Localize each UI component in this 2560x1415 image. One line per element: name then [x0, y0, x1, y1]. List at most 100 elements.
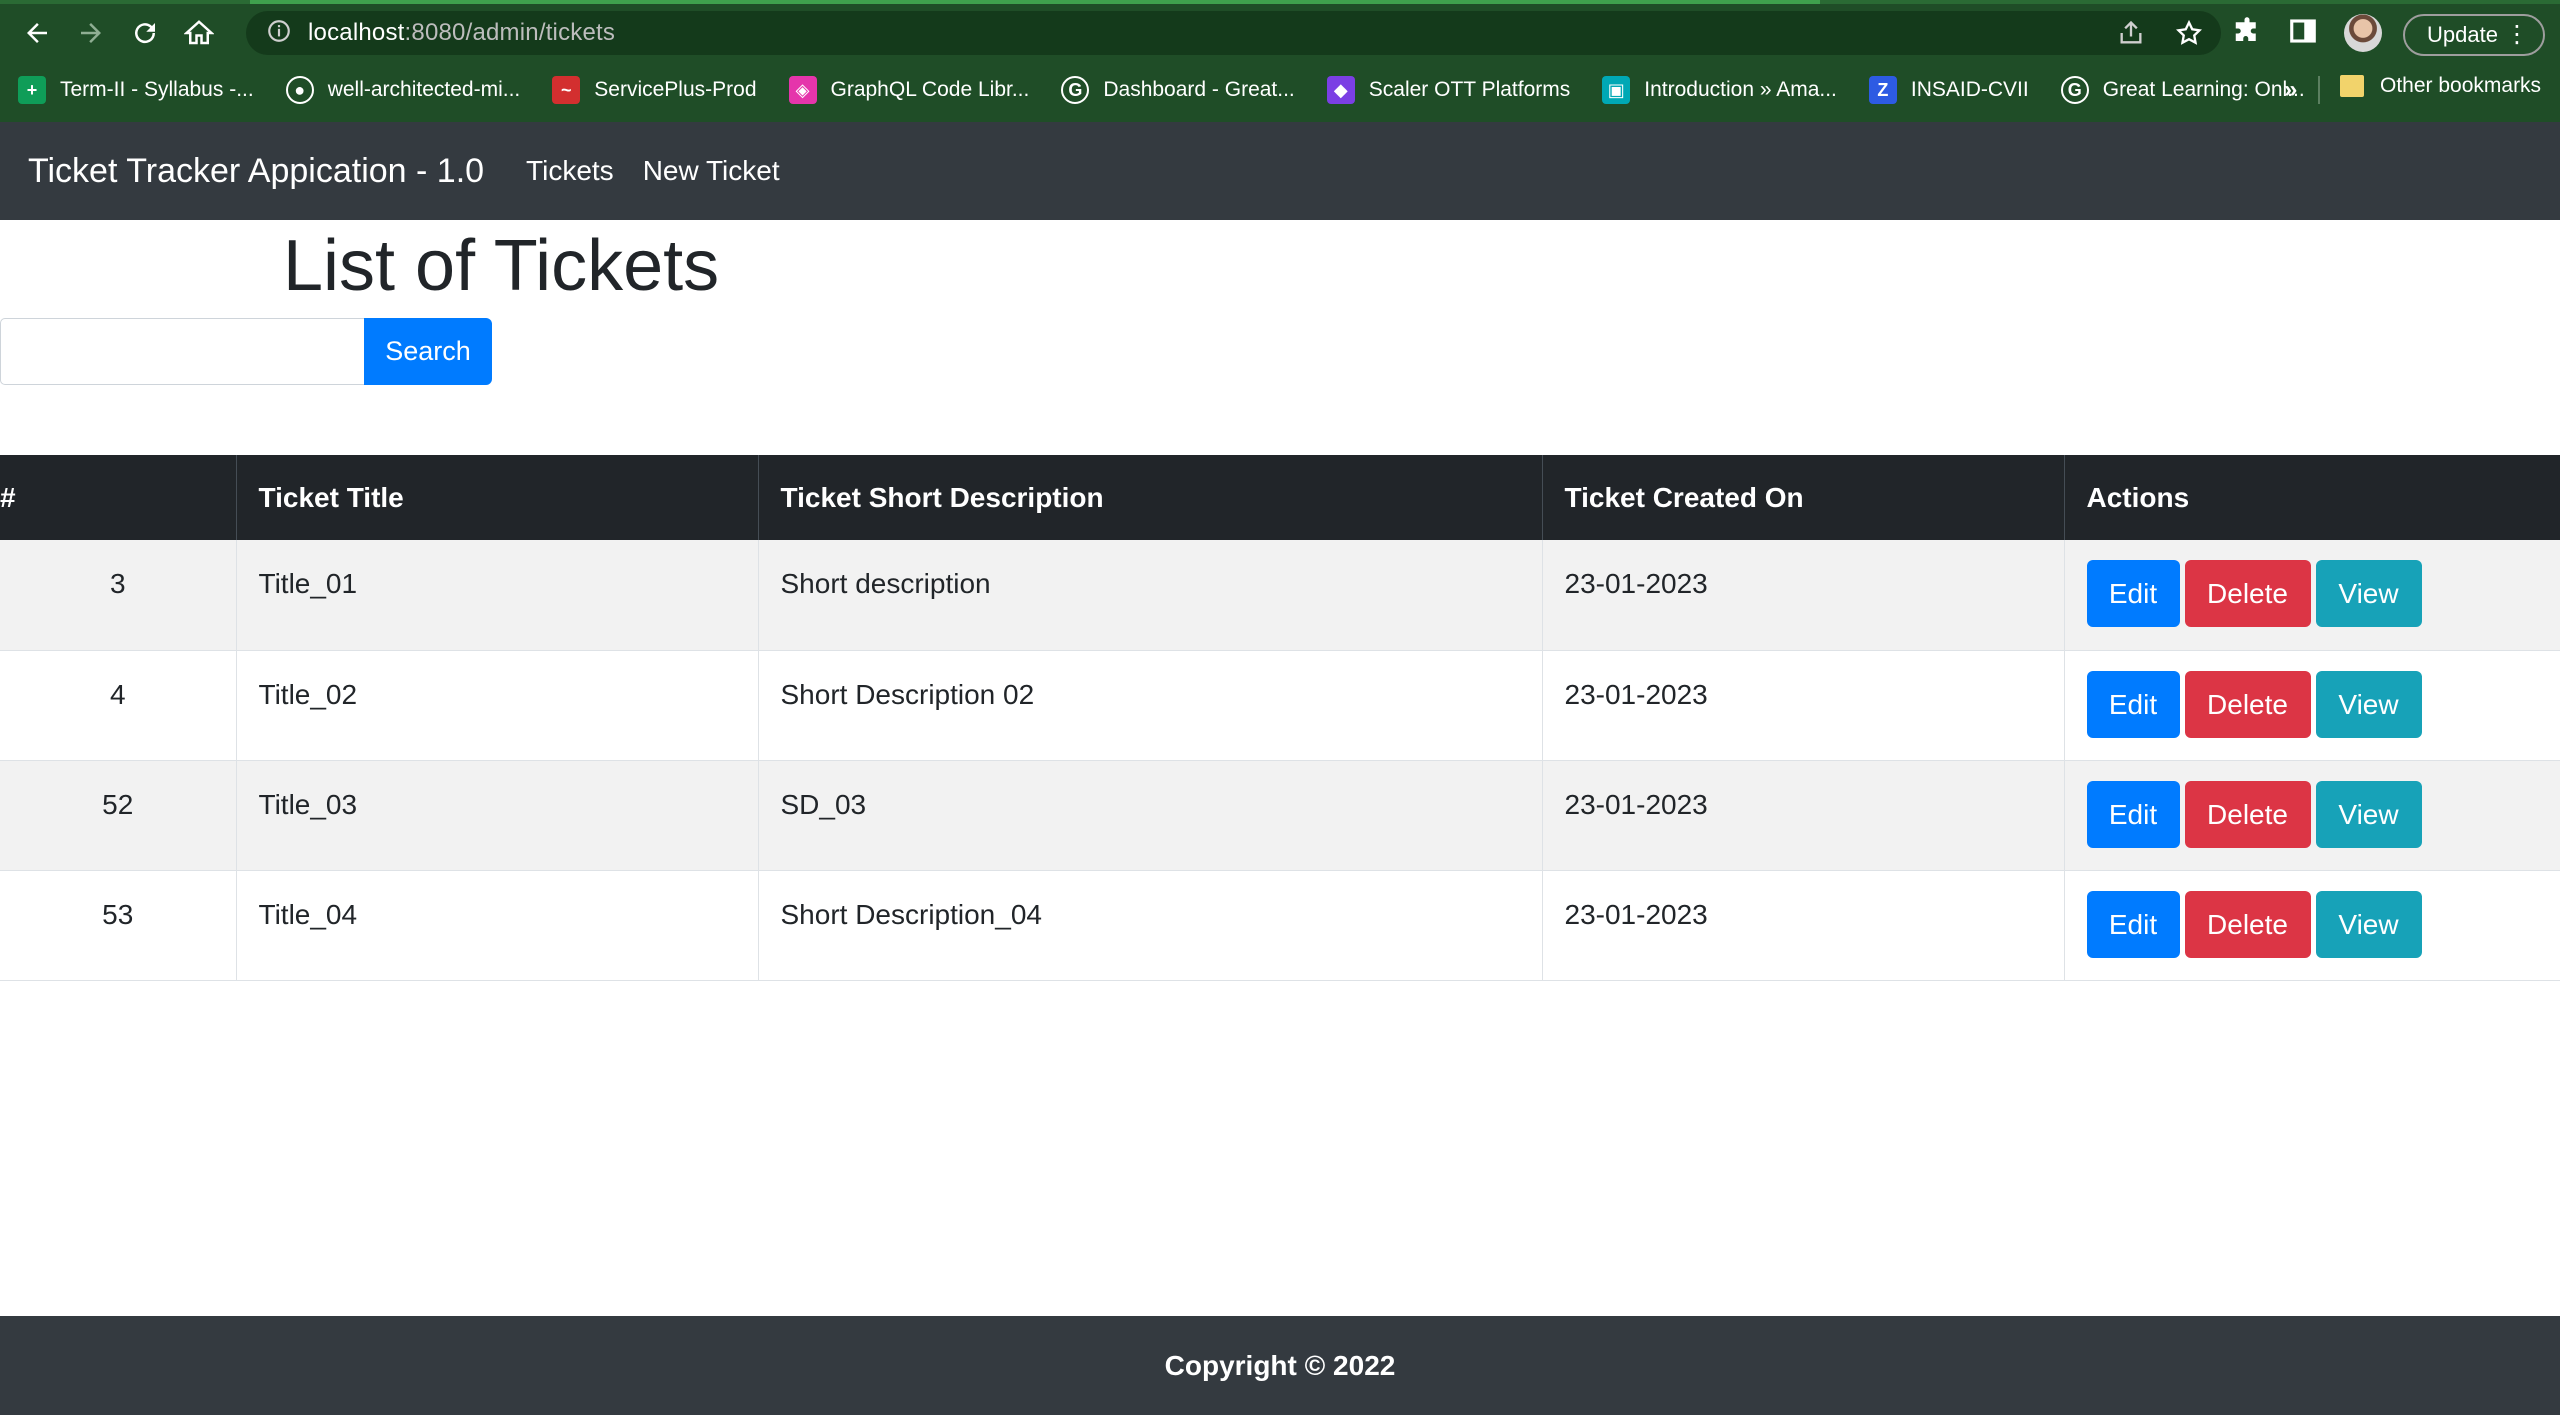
delete-button[interactable]: Delete: [2184, 890, 2311, 958]
bookmark-label: INSAID-CVII: [1910, 78, 2029, 101]
cell-description: SD_03: [757, 760, 1542, 871]
bookmark-item[interactable]: G Great Learning: Onl...: [2060, 76, 2305, 104]
side-panel-icon[interactable]: [2288, 16, 2318, 51]
bookmark-label: Dashboard - Great...: [1103, 78, 1295, 101]
back-button[interactable]: [10, 6, 64, 60]
page-footer: Copyright © 2022: [0, 1316, 2560, 1415]
bookmark-item[interactable]: G Dashboard - Great...: [1061, 76, 1295, 104]
url-text: localhost:8080/admin/tickets: [308, 19, 616, 46]
cell-created-on: 23-01-2023: [1541, 650, 2064, 761]
header-actions: Actions: [2063, 455, 2560, 540]
bookmark-item[interactable]: ● well-architected-mi...: [285, 76, 521, 104]
z-icon: Z: [1868, 76, 1897, 104]
view-button[interactable]: View: [2315, 780, 2422, 848]
reload-button[interactable]: [118, 6, 172, 60]
github-icon: ●: [285, 76, 314, 104]
address-bar[interactable]: localhost:8080/admin/tickets: [246, 11, 2221, 55]
bookmark-label: ServicePlus-Prod: [594, 78, 757, 101]
more-bookmarks-chevron-icon[interactable]: »: [2284, 76, 2297, 104]
page-title: List of Tickets: [283, 226, 720, 306]
cell-created-on: 23-01-2023: [1541, 870, 2064, 981]
share-icon[interactable]: [2117, 19, 2145, 52]
bookmark-item[interactable]: ◈ GraphQL Code Libr...: [788, 76, 1030, 104]
delete-button[interactable]: Delete: [2184, 560, 2311, 627]
bookmark-item[interactable]: ◆ Scaler OTT Platforms: [1326, 76, 1571, 104]
update-button[interactable]: Update ⋮: [2403, 14, 2545, 56]
cell-actions: Edit Delete View: [2063, 760, 2560, 871]
profile-avatar[interactable]: [2344, 14, 2382, 52]
cell-description: Short Description_04: [757, 870, 1542, 981]
table-row: 3 Title_01 Short description 23-01-2023 …: [0, 540, 2560, 651]
bookmarks-separator: [2318, 76, 2320, 104]
other-bookmarks-folder[interactable]: Other bookmarks: [2340, 74, 2541, 98]
site-info-icon[interactable]: [266, 18, 292, 49]
edit-button[interactable]: Edit: [2086, 890, 2180, 958]
bookmark-item[interactable]: Z INSAID-CVII: [1868, 76, 2029, 104]
header-id: #: [0, 455, 236, 540]
header-title: Ticket Title: [235, 455, 758, 540]
edit-button[interactable]: Edit: [2086, 670, 2180, 738]
home-icon: [184, 20, 214, 45]
extensions-puzzle-icon[interactable]: [2232, 16, 2262, 51]
cell-actions: Edit Delete View: [2063, 870, 2560, 981]
edit-button[interactable]: Edit: [2086, 560, 2180, 627]
folder-icon: [2340, 75, 2364, 97]
view-button[interactable]: View: [2315, 560, 2422, 627]
cell-title: Title_03: [235, 760, 758, 871]
view-button[interactable]: View: [2315, 890, 2422, 958]
view-button[interactable]: View: [2315, 670, 2422, 738]
forward-button[interactable]: [64, 6, 118, 60]
cell-title: Title_02: [235, 650, 758, 761]
bookmarks-bar: + Term-II - Syllabus -... ● well-architecte…: [0, 68, 2560, 112]
g-icon: G: [1061, 76, 1090, 104]
update-label: Update: [2427, 22, 2498, 47]
browser-toolbar: localhost:8080/admin/tickets Update ⋮: [0, 4, 2560, 62]
cell-id: 3: [0, 540, 236, 651]
search-button[interactable]: Search: [364, 318, 492, 385]
cell-created-on: 23-01-2023: [1541, 540, 2064, 651]
bookmark-label: GraphQL Code Libr...: [830, 78, 1030, 101]
home-button[interactable]: [172, 6, 226, 60]
bookmark-item[interactable]: ▣ Introduction » Ama...: [1602, 76, 1837, 104]
cell-id: 4: [0, 650, 236, 761]
plus-icon: +: [18, 76, 46, 104]
amazon-icon: ▣: [1602, 76, 1631, 104]
cell-description: Short Description 02: [757, 650, 1542, 761]
other-bookmarks-label: Other bookmarks: [2380, 74, 2542, 97]
cell-title: Title_01: [235, 540, 758, 651]
tickets-table: # Ticket Title Ticket Short Description …: [0, 455, 2560, 981]
delete-button[interactable]: Delete: [2184, 780, 2311, 848]
delete-button[interactable]: Delete: [2184, 670, 2311, 738]
bookmark-label: Scaler OTT Platforms: [1368, 78, 1571, 101]
nav-link-tickets[interactable]: Tickets: [526, 155, 614, 187]
cell-id: 53: [0, 870, 236, 981]
header-description: Ticket Short Description: [757, 455, 1542, 540]
scaler-icon: ◆: [1326, 76, 1355, 104]
bookmark-label: Great Learning: Onl...: [2102, 78, 2305, 101]
swoosh-icon: ~: [552, 76, 581, 104]
cell-actions: Edit Delete View: [2063, 540, 2560, 651]
edit-button[interactable]: Edit: [2086, 780, 2180, 848]
nav-link-new-ticket[interactable]: New Ticket: [643, 155, 780, 187]
bookmark-star-icon[interactable]: [2175, 19, 2203, 52]
bookmark-label: Introduction » Ama...: [1644, 78, 1837, 101]
reload-icon: [135, 23, 156, 44]
table-header-row: # Ticket Title Ticket Short Description …: [0, 455, 2560, 540]
table-row: 52 Title_03 SD_03 23-01-2023 Edit Delete V…: [0, 760, 2560, 871]
cell-title: Title_04: [235, 870, 758, 981]
bookmark-label: Term-II - Syllabus -...: [60, 78, 254, 101]
back-arrow-icon: [27, 23, 47, 43]
forward-arrow-icon: [81, 23, 101, 43]
bookmark-item[interactable]: ~ ServicePlus-Prod: [552, 76, 757, 104]
graphql-icon: ◈: [788, 76, 817, 104]
table-row: 4 Title_02 Short Description 02 23-01-20…: [0, 650, 2560, 761]
cell-description: Short description: [757, 540, 1542, 651]
navbar-brand[interactable]: Ticket Tracker Appication - 1.0: [28, 152, 484, 191]
header-created-on: Ticket Created On: [1541, 455, 2064, 540]
browser-chrome: localhost:8080/admin/tickets Update ⋮ + T…: [0, 0, 2560, 122]
cell-id: 52: [0, 760, 236, 871]
bookmark-label: well-architected-mi...: [327, 78, 521, 101]
search-input[interactable]: [0, 318, 366, 385]
menu-kebab-icon[interactable]: ⋮: [2505, 22, 2529, 48]
bookmark-item[interactable]: + Term-II - Syllabus -...: [18, 76, 254, 104]
